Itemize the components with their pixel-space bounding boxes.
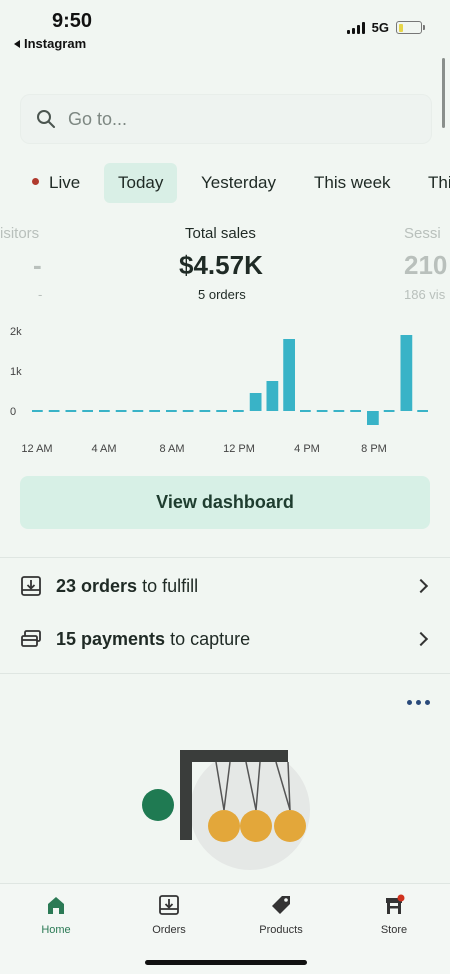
chart-bar[interactable] <box>283 339 295 411</box>
nav-orders[interactable]: Orders <box>124 894 214 936</box>
tab-today[interactable]: Today <box>104 163 178 203</box>
tab-this-month[interactable]: Thi <box>428 163 450 203</box>
search-bar[interactable]: Go to... <box>20 94 432 144</box>
period-tabs: Live Today Yesterday This week Thi <box>0 163 450 203</box>
status-bar: 9:50 Instagram 5G <box>0 0 450 60</box>
y-tick-label: 2k <box>10 326 22 338</box>
view-dashboard-button[interactable]: View dashboard <box>20 476 430 529</box>
search-placeholder: Go to... <box>68 108 128 129</box>
nav-home[interactable]: Home <box>11 894 101 936</box>
metric-visitors-value: - <box>33 250 42 280</box>
newtons-cradle-illustration <box>142 750 310 870</box>
search-icon <box>37 110 55 128</box>
home-indicator <box>145 960 307 965</box>
battery-icon <box>396 21 425 34</box>
x-tick-label: 12 AM <box>21 443 52 455</box>
metric-total-sales-sub: 5 orders <box>198 287 246 302</box>
status-indicators: 5G <box>346 20 425 35</box>
x-tick-label: 4 AM <box>91 443 116 455</box>
metric-total-sales-label: Total sales <box>185 225 256 242</box>
task-row-capture[interactable]: 15 payments to capture <box>0 613 450 665</box>
back-arrow-icon <box>14 39 20 48</box>
metric-total-sales-value: $4.57K <box>179 250 263 280</box>
payment-icon <box>21 630 41 647</box>
tab-live[interactable]: Live <box>32 163 80 203</box>
nav-store-label: Store <box>380 924 408 936</box>
scrollbar[interactable] <box>442 58 445 128</box>
x-tick-label: 4 PM <box>294 443 320 455</box>
fulfill-icon <box>21 576 41 596</box>
chart-bar[interactable] <box>266 381 279 411</box>
chart-bar[interactable] <box>249 393 262 411</box>
section-divider <box>0 557 450 558</box>
tag-icon <box>272 896 290 914</box>
network-type: 5G <box>371 20 389 35</box>
metric-sessions-label: Sessi <box>404 225 441 242</box>
tab-yesterday[interactable]: Yesterday <box>201 163 276 203</box>
nav-products-label: Products <box>259 924 303 936</box>
status-time: 9:50 <box>52 10 93 32</box>
store-icon <box>386 894 405 914</box>
nav-home-label: Home <box>41 924 71 936</box>
signal-icon <box>346 21 365 34</box>
x-tick-label: 8 AM <box>159 443 184 455</box>
metric-sessions-sub: 186 vis <box>404 287 446 302</box>
y-tick-label: 0 <box>10 406 16 418</box>
chevron-right-icon <box>413 578 429 594</box>
nav-store[interactable]: Store <box>349 894 439 936</box>
x-tick-label: 8 PM <box>361 443 387 455</box>
nav-orders-label: Orders <box>152 924 186 936</box>
metric-sessions-value: 210 <box>404 250 448 280</box>
chart-bar[interactable] <box>367 411 379 425</box>
chart-bar[interactable] <box>400 335 413 411</box>
back-to-app-link[interactable]: Instagram <box>14 36 86 51</box>
sales-chart: 2k 1k 0 12 AM 4 AM 8 AM 12 PM 4 PM 8 PM <box>10 326 428 455</box>
task-fulfill-text: 23 orders to fulfill <box>56 575 199 596</box>
nav-products[interactable]: Products <box>236 894 326 936</box>
live-dot-icon <box>32 178 39 186</box>
home-icon <box>48 897 64 914</box>
orders-icon <box>159 895 179 915</box>
chevron-right-icon <box>413 631 429 647</box>
section-divider <box>0 673 450 674</box>
task-row-fulfill[interactable]: 23 orders to fulfill <box>0 560 450 612</box>
task-capture-text: 15 payments to capture <box>56 628 251 649</box>
tab-this-week[interactable]: This week <box>314 163 391 203</box>
x-tick-label: 12 PM <box>223 443 255 455</box>
back-app-label: Instagram <box>24 36 87 51</box>
more-options-icon[interactable] <box>407 700 430 705</box>
metric-visitors-label: isitors <box>0 225 40 242</box>
y-tick-label: 1k <box>10 366 22 378</box>
metric-visitors-sub: - <box>38 287 43 302</box>
